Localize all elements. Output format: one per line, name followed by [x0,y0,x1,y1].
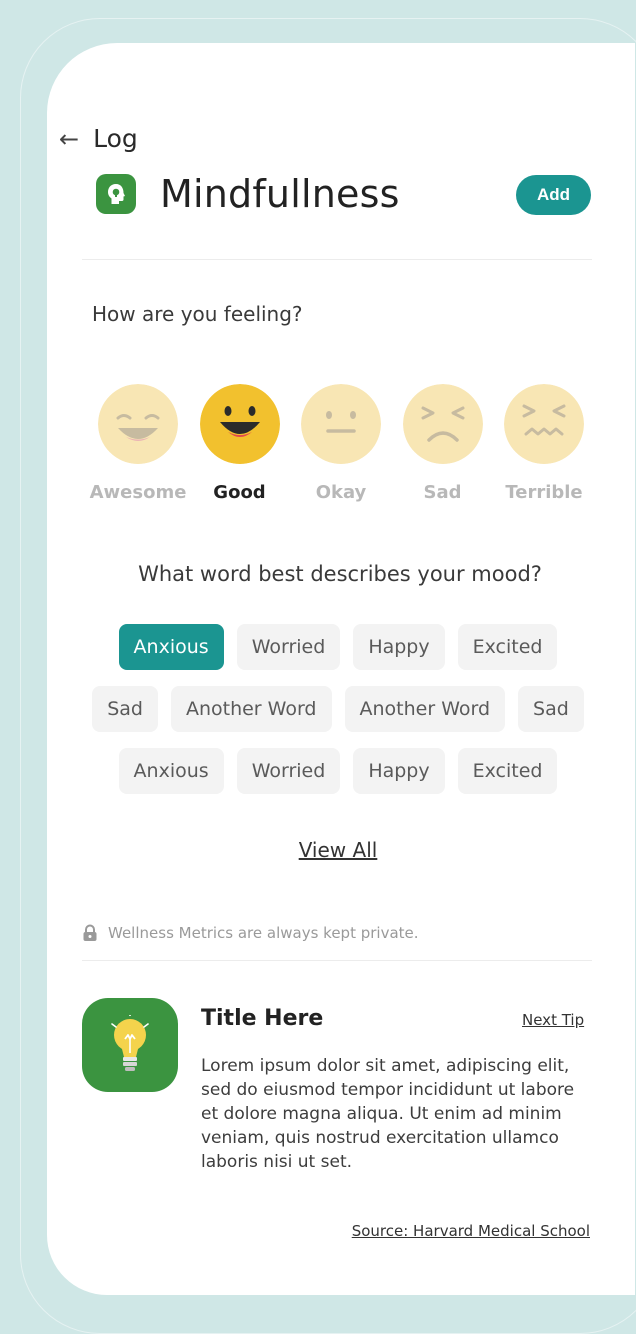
privacy-text: Wellness Metrics are always kept private… [108,924,419,942]
mood-question: What word best describes your mood? [138,562,542,586]
arrow-left-icon: ← [59,124,80,153]
feeling-label: Terrible [505,482,583,503]
tip-body: Lorem ipsum dolor sit amet, adipiscing e… [201,1056,575,1172]
awesome-face-icon [98,384,178,464]
feeling-option-awesome[interactable]: Awesome [88,384,188,503]
mood-chip[interactable]: Happy [353,748,445,794]
lightbulb-icon [111,1015,149,1071]
good-face-icon [199,384,280,464]
feeling-option-good[interactable]: Good [190,384,290,503]
feeling-selector: Awesome Good Okay Sad Terrible [88,384,594,503]
mind-head-icon [96,174,136,214]
mood-chip[interactable]: Sad [518,686,584,732]
add-button[interactable]: Add [516,175,591,215]
mood-chip[interactable]: Excited [457,748,558,794]
mood-chip-row: Anxious Worried Happy Excited [80,624,596,670]
feeling-label: Sad [423,482,462,503]
feeling-label: Awesome [89,482,187,503]
mood-chip[interactable]: Worried [236,624,341,670]
mood-chip[interactable]: Anxious [118,748,224,794]
feeling-option-okay[interactable]: Okay [291,384,391,503]
mood-chip[interactable]: Excited [457,624,558,670]
mood-chip[interactable]: Happy [353,624,445,670]
divider [82,259,592,260]
sad-face-icon [402,384,483,464]
feeling-question: How are you feeling? [92,302,303,326]
feeling-label: Good [213,482,266,503]
back-link[interactable]: ← Log [59,124,138,153]
source-link[interactable]: Source: Harvard Medical School [300,1222,590,1240]
privacy-note: Wellness Metrics are always kept private… [82,924,419,942]
terrible-face-icon [504,384,584,464]
divider [82,960,592,961]
okay-face-icon [301,384,381,464]
feeling-option-terrible[interactable]: Terrible [494,384,594,503]
mood-chip-row: Sad Another Word Another Word Sad [80,686,596,732]
feeling-option-sad[interactable]: Sad [393,384,493,503]
mood-chip[interactable]: Another Word [170,686,332,732]
mood-chip[interactable]: Anxious [118,624,224,670]
mood-chip[interactable]: Another Word [344,686,506,732]
tip-icon-tile [82,998,178,1092]
back-label: Log [93,124,138,153]
mood-chip[interactable]: Worried [236,748,341,794]
lock-icon [83,924,97,941]
page-title: Mindfullness [160,172,400,216]
feeling-label: Okay [315,482,367,503]
page-header: Mindfullness [96,172,400,216]
tip-title: Title Here [201,1006,324,1031]
view-all-link[interactable]: View All [0,838,636,862]
mood-chip-row: Anxious Worried Happy Excited [80,748,596,794]
mood-chip[interactable]: Sad [92,686,158,732]
next-tip-link[interactable]: Next Tip [522,1011,584,1029]
